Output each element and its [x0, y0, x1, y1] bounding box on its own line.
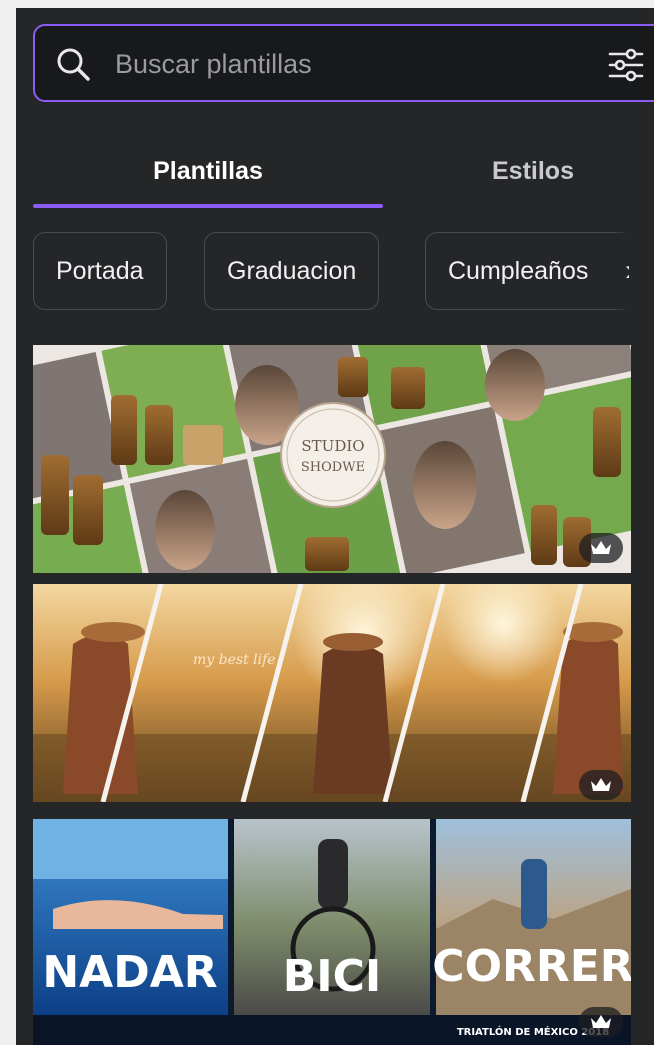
template-card-studio[interactable]: STUDIO SHODWE — [33, 345, 631, 573]
template-image: NADAR BICI CORRER TRIATLÓN DE MÉXICO 201… — [33, 819, 631, 1045]
crown-icon — [579, 770, 623, 800]
badge-title: STUDIO — [301, 437, 364, 455]
chip-graduacion[interactable]: Graduacion — [204, 232, 380, 310]
search-icon — [57, 48, 90, 81]
chip-portada[interactable]: Portada — [33, 232, 167, 310]
crown-icon — [579, 533, 623, 563]
search-bar[interactable] — [33, 24, 654, 102]
tab-plantillas[interactable]: Plantillas — [33, 126, 383, 216]
template-card-triathlon[interactable]: NADAR BICI CORRER TRIATLÓN DE MÉXICO 201… — [33, 819, 631, 1045]
overlay-text: my best life — [193, 652, 276, 668]
search-input[interactable] — [113, 26, 587, 102]
panel-bici: BICI — [283, 951, 382, 1002]
sliders-icon[interactable] — [605, 44, 647, 86]
template-image: my best life — [33, 584, 631, 802]
active-tab-indicator — [33, 204, 383, 208]
chip-cumpleanos[interactable]: Cumpleaños — [425, 232, 625, 310]
template-image: STUDIO SHODWE — [33, 345, 631, 573]
template-card-golden[interactable]: my best life — [33, 584, 631, 802]
category-chips: Portada Graduacion Cumpleaños › — [33, 232, 629, 312]
templates-panel: Plantillas Estilos Portada Graduacion Cu… — [16, 8, 654, 1045]
tab-estilos[interactable]: Estilos — [383, 126, 654, 216]
crown-icon — [579, 1007, 623, 1037]
badge-subtitle: SHODWE — [301, 460, 365, 475]
panel-nadar: NADAR — [42, 947, 217, 998]
chevron-right-icon[interactable]: › — [615, 232, 629, 310]
panel-correr: CORRER — [432, 941, 631, 992]
